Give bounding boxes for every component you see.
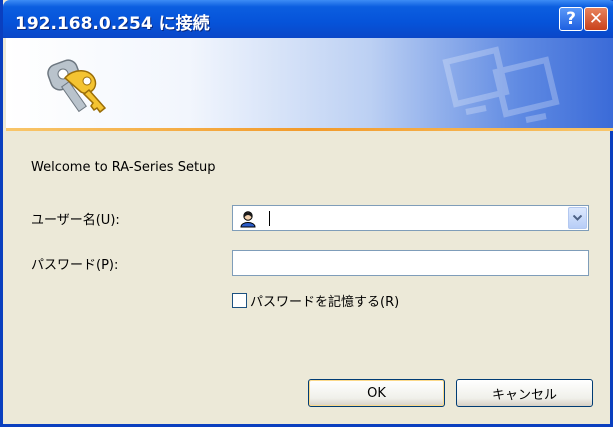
banner-divider — [6, 128, 613, 131]
header-banner — [6, 38, 613, 128]
username-combobox[interactable] — [232, 205, 589, 231]
user-icon — [240, 211, 256, 228]
close-icon: ✕ — [588, 9, 604, 29]
username-dropdown-button[interactable] — [568, 207, 587, 229]
ok-button[interactable]: OK — [308, 379, 445, 407]
keys-icon — [47, 59, 107, 114]
welcome-message: Welcome to RA-Series Setup — [31, 160, 216, 175]
help-icon: ? — [566, 9, 576, 29]
chevron-down-icon — [573, 215, 582, 221]
window-title: 192.168.0.254 に接続 — [15, 14, 210, 34]
text-cursor — [269, 211, 270, 226]
remember-password-checkbox[interactable] — [232, 293, 247, 308]
username-label: ユーザー名(U): — [31, 213, 120, 228]
computers-watermark-icon — [442, 46, 560, 123]
password-label: パスワード(P): — [31, 258, 119, 273]
cancel-button[interactable]: キャンセル — [456, 379, 593, 407]
help-button[interactable]: ? — [559, 7, 583, 31]
title-bar[interactable]: 192.168.0.254 に接続 ? ✕ — [3, 0, 613, 38]
remember-password-label[interactable]: パスワードを記憶する(R) — [250, 291, 399, 310]
login-dialog: 192.168.0.254 に接続 ? ✕ Welcome to RA-Seri… — [0, 0, 613, 427]
password-input[interactable] — [232, 250, 589, 276]
close-button[interactable]: ✕ — [584, 7, 608, 31]
